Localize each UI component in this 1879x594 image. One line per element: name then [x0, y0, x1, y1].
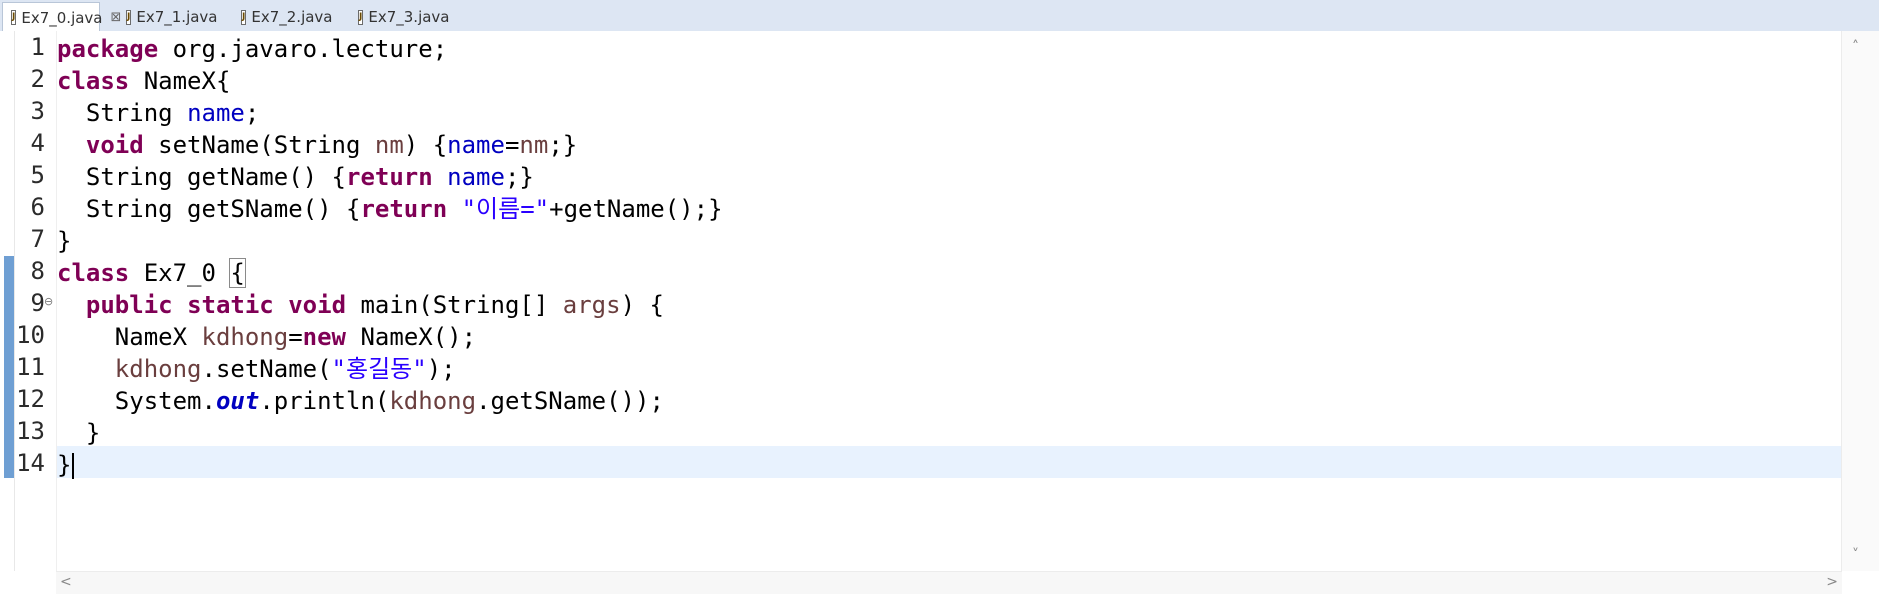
- line-number: 7: [30, 225, 45, 253]
- scroll-left-arrow-icon[interactable]: <: [60, 574, 72, 590]
- code-line-9: public static void main(String[] args) {: [85, 291, 664, 319]
- horizontal-scrollbar[interactable]: < >: [56, 571, 1842, 594]
- tab-label: Ex7_0.java: [21, 8, 103, 27]
- code-line-6: String getSName() {return "이름="+getName(…: [85, 195, 723, 223]
- scroll-right-arrow-icon[interactable]: >: [1826, 574, 1838, 590]
- java-file-icon: J: [126, 9, 132, 25]
- fold-collapse-icon[interactable]: ⊖: [44, 295, 53, 308]
- vertical-scrollbar[interactable]: ˄ ˅: [1841, 31, 1879, 571]
- code-line-10: NameX kdhong=new NameX();: [114, 323, 477, 351]
- line-number: 2: [30, 65, 45, 93]
- code-line-13: }: [85, 419, 101, 447]
- code-line-3: String name;: [85, 99, 260, 127]
- code-line-2: class NameX{: [57, 67, 231, 95]
- java-file-icon: J: [11, 10, 17, 25]
- tab-ex7-3[interactable]: J Ex7_3.java: [350, 4, 450, 30]
- current-line-highlight: [57, 446, 1842, 478]
- scroll-up-arrow-icon[interactable]: ˄: [1852, 39, 1859, 55]
- scroll-down-arrow-icon[interactable]: ˅: [1852, 547, 1859, 563]
- line-number: 3: [30, 97, 45, 125]
- matching-bracket: {: [229, 258, 246, 288]
- java-file-icon: J: [358, 9, 364, 25]
- tab-ex7-1[interactable]: J Ex7_1.java: [118, 4, 218, 30]
- quick-diff-change-bar: [4, 256, 14, 478]
- line-number: 11: [16, 353, 45, 381]
- tab-label: Ex7_2.java: [251, 8, 333, 26]
- line-number: 13: [16, 417, 45, 445]
- code-line-11: kdhong.setName("홍길동");: [114, 355, 456, 383]
- tab-ex7-2[interactable]: J Ex7_2.java: [233, 4, 333, 30]
- code-editor[interactable]: 1 2 3 4 5 6 7 8 9 10 11 12 13 14 ⊖ packa…: [0, 31, 1879, 593]
- code-line-12: System.out.println(kdhong.getSName());: [114, 387, 664, 415]
- java-file-icon: J: [241, 9, 247, 25]
- line-number: 5: [30, 161, 45, 189]
- tab-label: Ex7_3.java: [368, 8, 450, 26]
- line-number: 1: [30, 33, 45, 61]
- code-line-8: class Ex7_0 {: [57, 258, 246, 288]
- code-line-4: void setName(String nm) {name=nm;}: [85, 131, 578, 159]
- line-number: 12: [16, 385, 45, 413]
- code-line-7: }: [57, 227, 72, 255]
- line-number: 9: [30, 289, 45, 317]
- code-line-14: }: [57, 449, 75, 481]
- line-number: 8: [30, 257, 45, 285]
- line-number: 6: [30, 193, 45, 221]
- line-number: 10: [16, 321, 45, 349]
- code-line-1: package org.javaro.lecture;: [57, 35, 448, 63]
- text-caret: [72, 453, 75, 479]
- tab-label: Ex7_1.java: [136, 8, 218, 26]
- source-code[interactable]: package org.javaro.lecture; class NameX{…: [57, 33, 723, 481]
- tab-ex7-0[interactable]: J Ex7_0.java ⊠: [2, 2, 121, 32]
- code-line-5: String getName() {return name;}: [85, 163, 534, 191]
- line-number: 14: [16, 449, 45, 477]
- editor-tab-bar: J Ex7_0.java ⊠ J Ex7_1.java J Ex7_2.java…: [0, 0, 1879, 32]
- line-number: 4: [30, 129, 45, 157]
